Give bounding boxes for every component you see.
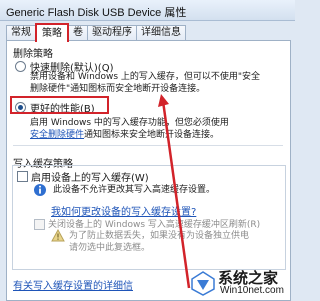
disable-flush-label[interactable]: 关闭设备上的 Windows 写入高速缓存缓冲区刷新(R) xyxy=(48,217,260,230)
tab-volumes[interactable]: 卷 xyxy=(68,25,88,40)
policies-panel: 删除策略 快速删除(默认)(Q) 禁用设备和 Windows 上的写入缓存，但可… xyxy=(6,40,291,301)
tab-strip: 常规 策略 卷 驱动程序 详细信息 xyxy=(6,23,186,42)
quick-removal-radio[interactable] xyxy=(15,61,26,72)
disable-flush-checkbox[interactable] xyxy=(34,219,45,230)
window-title: Generic Flash Disk USB Device 属性 xyxy=(6,7,187,19)
quick-removal-desc-1: 禁用设备和 Windows 上的写入缓存，但可以不使用"安全 xyxy=(30,72,261,82)
watermark: 系统之家 Win10net.com xyxy=(190,266,295,299)
tab-general[interactable]: 常规 xyxy=(6,25,36,40)
watermark-logo-icon xyxy=(191,271,215,296)
removal-policy-heading: 删除策略 xyxy=(13,49,53,60)
info-icon xyxy=(34,184,46,196)
tab-driver[interactable]: 驱动程序 xyxy=(87,25,137,40)
safely-remove-link[interactable]: 安全删除硬件 xyxy=(30,130,84,140)
pointer-arrow-icon xyxy=(158,94,191,289)
enable-write-cache-label[interactable]: 启用设备上的写入缓存(W) xyxy=(31,169,149,184)
divider xyxy=(13,145,283,146)
enable-write-cache-checkbox[interactable] xyxy=(17,171,28,182)
tab-details[interactable]: 详细信息 xyxy=(136,25,186,40)
highlight-box-better-performance xyxy=(10,96,109,114)
better-performance-desc-1: 启用 Windows 中的写入缓存功能，但您必须使用 xyxy=(30,118,229,128)
better-performance-desc-2-rest: 通知图标来安全地断开设备连接。 xyxy=(84,130,220,140)
tab-policies[interactable]: 策略 xyxy=(35,23,69,42)
disable-flush-desc-2: 请勿选中此复选框。 xyxy=(69,243,151,253)
title-bar: Generic Flash Disk USB Device 属性 xyxy=(0,0,295,21)
write-cache-details-link[interactable]: 有关写入缓存设置的详细信 xyxy=(13,277,133,292)
warning-icon xyxy=(51,229,65,242)
watermark-url: Win10net.com xyxy=(220,285,284,296)
